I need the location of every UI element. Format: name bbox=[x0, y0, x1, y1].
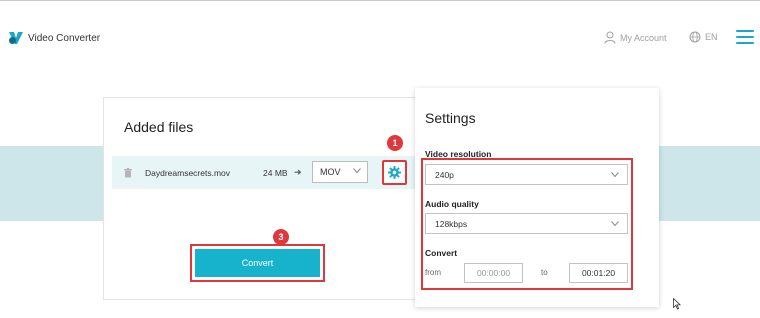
chevron-down-icon bbox=[611, 221, 619, 227]
audio-quality-label: Audio quality bbox=[425, 199, 479, 209]
top-divider bbox=[0, 0, 760, 1]
output-format-value: MOV bbox=[320, 167, 341, 177]
step-badge-1: 1 bbox=[387, 135, 403, 151]
mouse-cursor-icon bbox=[673, 298, 681, 310]
language-label: EN bbox=[705, 32, 718, 42]
from-label: from bbox=[425, 268, 441, 277]
user-icon bbox=[604, 31, 616, 44]
file-size: 24 MB bbox=[263, 168, 288, 178]
audio-quality-value: 128kbps bbox=[435, 218, 468, 229]
gear-icon bbox=[388, 166, 401, 179]
step-badge-3: 3 bbox=[273, 229, 289, 245]
audio-quality-select[interactable]: 128kbps bbox=[425, 213, 628, 234]
globe-icon bbox=[689, 31, 701, 43]
settings-gear-button[interactable] bbox=[382, 160, 407, 185]
my-account-link[interactable]: My Account bbox=[604, 31, 667, 44]
chevron-down-icon bbox=[353, 168, 361, 174]
chevron-down-icon bbox=[611, 172, 619, 178]
my-account-label: My Account bbox=[620, 32, 667, 43]
video-resolution-label: Video resolution bbox=[425, 149, 492, 159]
to-label: to bbox=[541, 268, 548, 277]
convert-range-label: Convert bbox=[425, 248, 458, 258]
settings-title: Settings bbox=[425, 110, 476, 126]
to-time-input[interactable]: 00:01:20 bbox=[569, 263, 628, 283]
file-name: Daydreamsecrets.mov bbox=[145, 168, 231, 178]
video-resolution-select[interactable]: 240p bbox=[425, 164, 628, 185]
brand-name: Video Converter bbox=[28, 33, 101, 44]
hamburger-menu-icon[interactable] bbox=[736, 30, 754, 45]
video-resolution-value: 240p bbox=[435, 169, 454, 180]
arrow-right-icon: ➜ bbox=[294, 167, 302, 177]
language-selector[interactable]: EN bbox=[689, 31, 718, 43]
convert-button-highlight: Convert bbox=[190, 244, 325, 282]
convert-button[interactable]: Convert bbox=[195, 249, 320, 277]
added-files-title: Added files bbox=[124, 119, 194, 135]
trash-icon[interactable] bbox=[124, 168, 132, 178]
logo-icon bbox=[9, 32, 23, 44]
from-time-input[interactable]: 00:00:00 bbox=[464, 263, 523, 283]
output-format-select[interactable]: MOV bbox=[312, 161, 368, 183]
